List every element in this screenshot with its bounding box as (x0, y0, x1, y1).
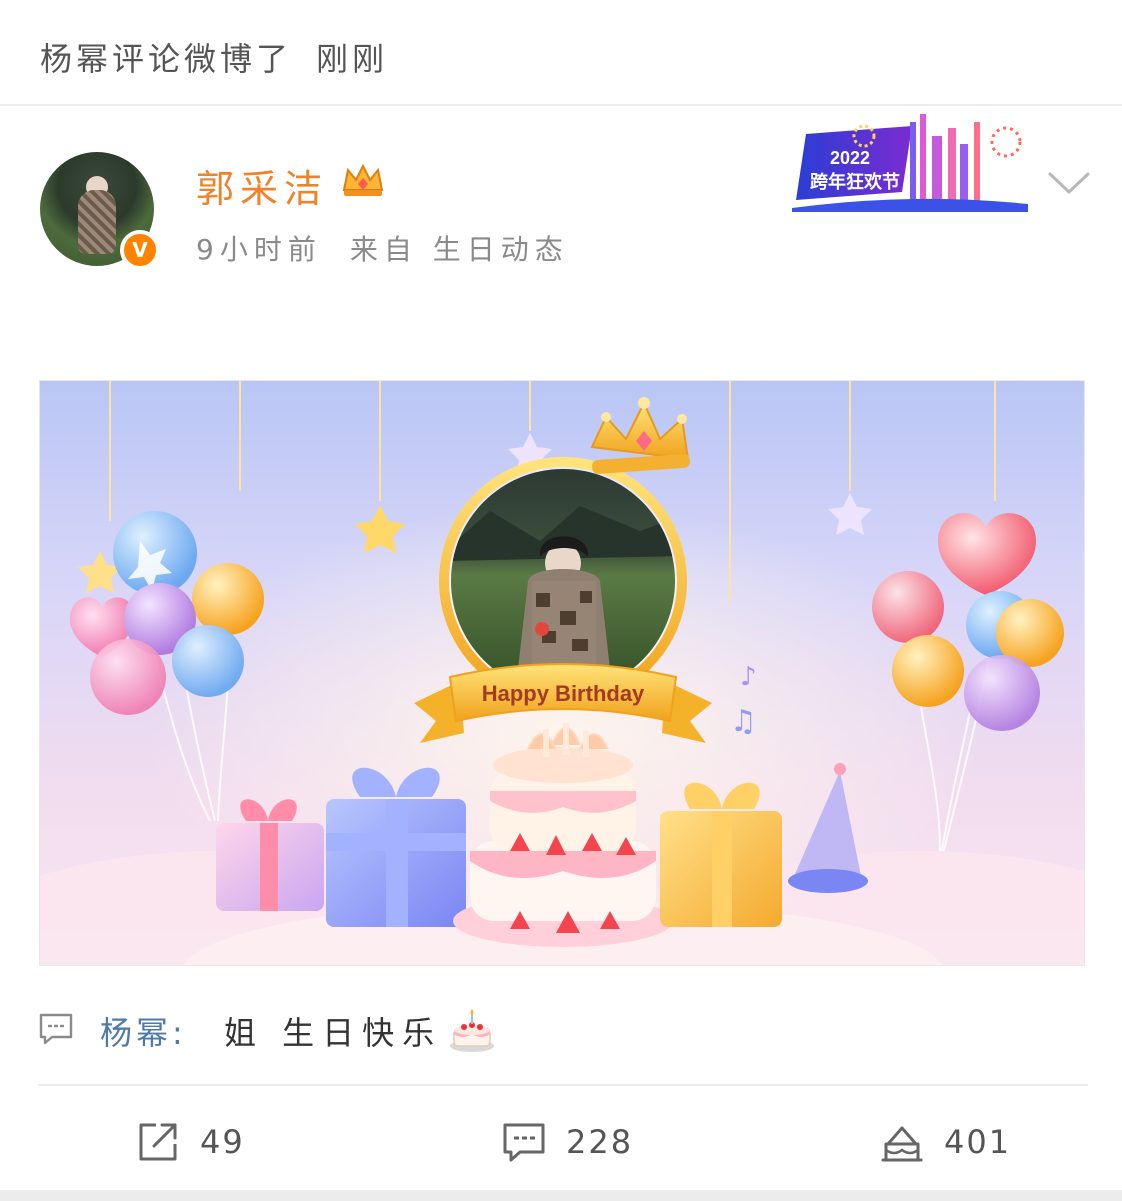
repost-button[interactable]: 49 (136, 1118, 245, 1166)
music-note-icon: ♪ (740, 662, 757, 692)
post-meta: 9小时前 来自 生日动态 (196, 228, 569, 268)
birthday-cake-like-button[interactable]: 401 (880, 1118, 1011, 1166)
event-badge-title: 跨年狂欢节 (810, 171, 900, 193)
username[interactable]: 郭采洁 (196, 158, 328, 213)
bottom-separator (0, 1190, 1122, 1201)
comment-icon (503, 1123, 545, 1162)
chevron-down-icon[interactable] (1046, 168, 1092, 198)
crown-member-icon (342, 163, 384, 196)
activity-line: 杨幂评论微博了 刚刚 (40, 34, 388, 80)
comment-button[interactable]: 228 (502, 1118, 633, 1166)
post-header: V 郭采洁 9小时前 来自 生日动态 2022 跨年狂欢节 (0, 108, 1122, 308)
birthday-photo-frame (439, 397, 691, 705)
cake-emoji-icon (450, 1009, 494, 1052)
cake-like-icon (881, 1126, 923, 1162)
post-source[interactable]: 来自 生日动态 (350, 233, 569, 266)
avatar-photo-figure (78, 190, 116, 254)
verified-badge-icon: V (120, 230, 160, 270)
comment-text: 姐 生日快乐 (224, 1014, 443, 1052)
activity-time: 刚刚 (316, 40, 389, 78)
comment-author[interactable]: 杨幂: (100, 1008, 187, 1054)
music-note-icon: ♫ (730, 704, 757, 739)
repost-icon (139, 1123, 177, 1161)
activity-header: 杨幂评论微博了 刚刚 (0, 0, 1122, 106)
post-action-bar: 49 228 401 (0, 1100, 1122, 1190)
comment-bubble-icon (39, 1013, 73, 1045)
divider (38, 1084, 1088, 1086)
post-time: 9小时前 (196, 233, 322, 266)
birthday-illustration: ♪ ♫ Happy Birthday (40, 381, 1084, 965)
comment-count: 228 (566, 1123, 634, 1161)
crown-decoration-icon (590, 397, 691, 474)
event-badge-year: 2022 (830, 148, 870, 168)
new-year-event-badge[interactable]: 2022 跨年狂欢节 (792, 108, 1028, 212)
like-count: 401 (944, 1123, 1012, 1161)
featured-comment[interactable]: 杨幂: 姐 生日快乐 (38, 1004, 1088, 1054)
ribbon-text: Happy Birthday (482, 681, 645, 706)
birthday-banner-image[interactable]: ♪ ♫ Happy Birthday (39, 380, 1085, 966)
activity-text: 杨幂评论微博了 (40, 40, 293, 78)
repost-count: 49 (200, 1123, 245, 1161)
